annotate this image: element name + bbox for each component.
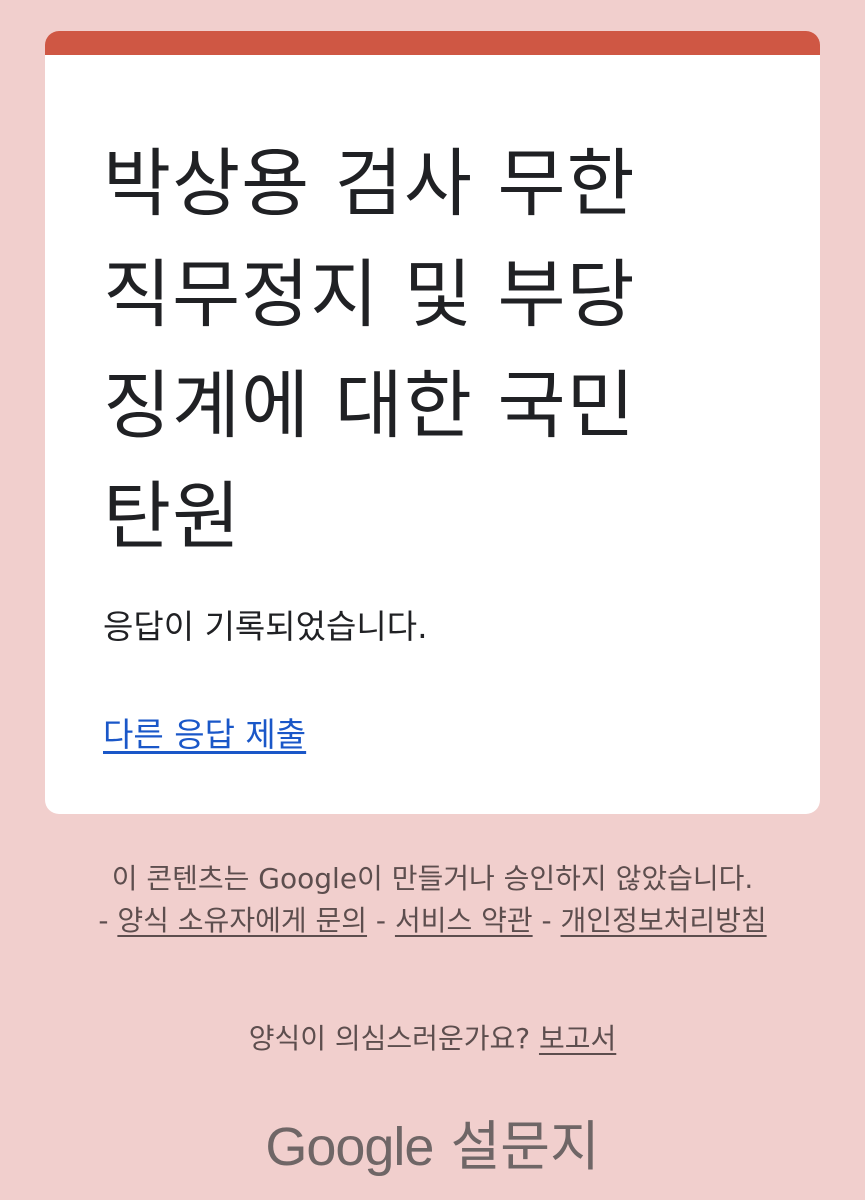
google-forms-logo[interactable]: Google 설문지 (45, 1112, 820, 1182)
form-title: 박상용 검사 무한 직무정지 및 부당 징계에 대한 국민 탄원 (103, 141, 636, 560)
terms-link[interactable]: 서비스 약관 (395, 904, 533, 937)
form-card: 박상용 검사 무한 직무정지 및 부당 징계에 대한 국민 탄원 응답이 기록되… (45, 31, 820, 814)
submit-another-response-link[interactable]: 다른 응답 제출 (103, 713, 306, 757)
form-accent-bar (45, 31, 820, 55)
google-wordmark: Google (265, 1117, 434, 1177)
separator: - (532, 904, 561, 937)
report-link[interactable]: 보고서 (539, 1022, 616, 1055)
forms-wordmark: 설문지 (450, 1115, 600, 1178)
response-confirmation: 응답이 기록되었습니다. (103, 607, 428, 646)
contact-owner-link[interactable]: 양식 소유자에게 문의 (117, 904, 367, 937)
disclaimer-text: 이 콘텐츠는 Google이 만들거나 승인하지 않았습니다. (111, 862, 754, 895)
suspicious-form-text: 양식이 의심스러운가요? (248, 1022, 539, 1055)
footer: 이 콘텐츠는 Google이 만들거나 승인하지 않았습니다. - 양식 소유자… (45, 858, 820, 942)
privacy-link[interactable]: 개인정보처리방침 (561, 904, 767, 937)
separator: - (367, 904, 395, 937)
report-line: 양식이 의심스러운가요? 보고서 (45, 1018, 820, 1060)
footer-links: - 양식 소유자에게 문의 - 서비스 약관 - 개인정보처리방침 (45, 900, 820, 942)
separator: - (98, 904, 118, 937)
